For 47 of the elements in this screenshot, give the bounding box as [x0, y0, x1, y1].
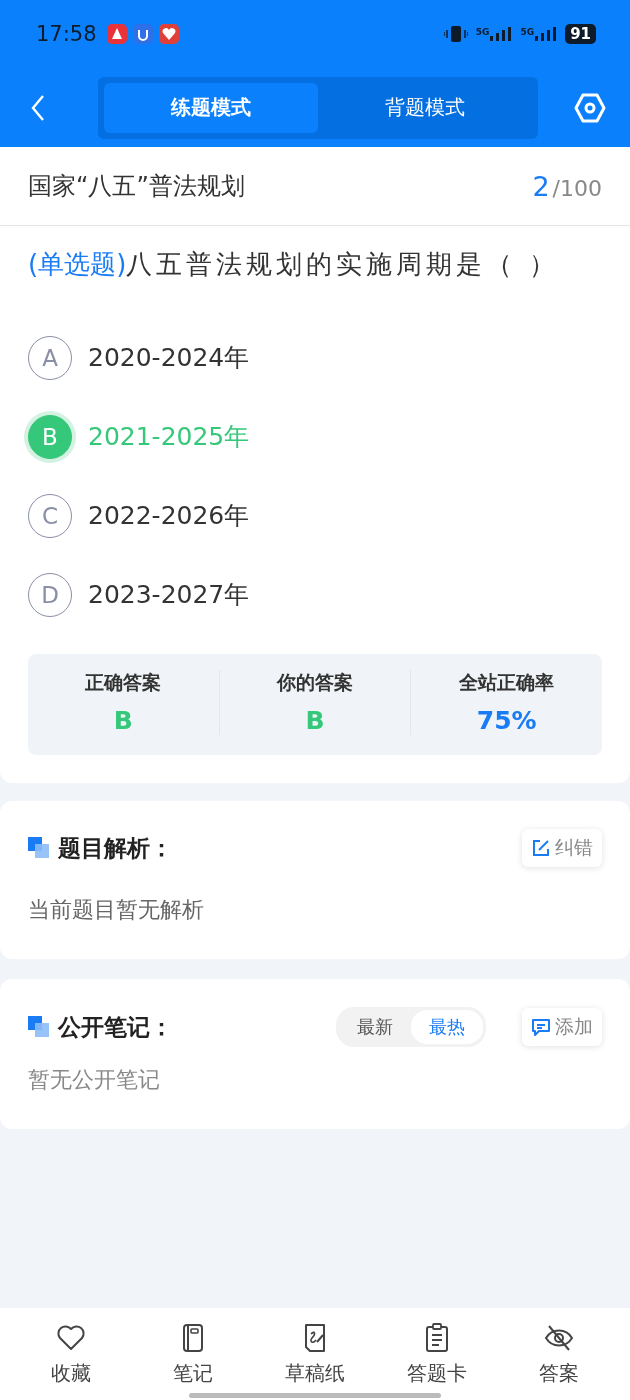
- section-icon: [28, 837, 50, 859]
- status-time: 17:58: [36, 22, 97, 46]
- mode-tab[interactable]: 练题模式: [104, 82, 318, 133]
- app-icon: [158, 24, 179, 44]
- option-text: 2020-2024年: [88, 342, 250, 374]
- section-icon: [28, 1016, 50, 1038]
- option-text: 2022-2026年: [88, 500, 250, 532]
- stat-value: 75%: [476, 706, 537, 735]
- stat-value: B: [113, 706, 133, 735]
- option-text: 2023-2027年: [88, 579, 250, 611]
- settings-icon[interactable]: [574, 92, 606, 123]
- nav-item[interactable]: 草稿纸: [265, 1320, 365, 1388]
- comment-icon: [531, 1017, 551, 1037]
- nav-item[interactable]: 收藏: [21, 1320, 121, 1388]
- option-text: 2021-2025年: [88, 421, 250, 453]
- stat-label: 你的答案: [277, 670, 353, 695]
- report-error-button[interactable]: 纠错: [522, 829, 602, 867]
- nav-item[interactable]: 答案: [509, 1320, 609, 1388]
- exam-title: 国家“八五”普法规划: [28, 171, 245, 202]
- question-text: 八五普法规划的实施周期是（ ）: [126, 249, 559, 279]
- app-icon: [106, 24, 127, 44]
- stat-label: 正确答案: [85, 670, 162, 695]
- nav-item[interactable]: 答题卡: [387, 1320, 487, 1388]
- vibrate-icon: [443, 24, 468, 44]
- back-icon[interactable]: [30, 93, 46, 122]
- analysis-text: 当前题目暂无解析: [28, 896, 205, 924]
- stat-label: 全站正确率: [459, 670, 555, 695]
- network-label: 5G: [520, 27, 535, 37]
- stat-value: B: [305, 706, 325, 735]
- sort-tab[interactable]: 最新: [339, 1010, 411, 1044]
- signal-icon: [535, 27, 558, 41]
- total-count: /100: [552, 175, 602, 201]
- nav-item[interactable]: 笔记: [143, 1320, 243, 1388]
- notes-empty-text: 暂无公开笔记: [28, 1066, 161, 1094]
- question-type: (单选题): [28, 249, 127, 279]
- option-letter[interactable]: B: [28, 414, 72, 459]
- sort-tab[interactable]: 最热: [411, 1010, 483, 1044]
- mode-tab[interactable]: 背题模式: [318, 82, 532, 133]
- signal-icon: [490, 27, 513, 41]
- app-icon: [132, 24, 153, 44]
- section-title: 公开笔记：: [58, 1012, 173, 1042]
- current-number: 2: [532, 170, 550, 202]
- edit-icon: [531, 838, 551, 858]
- battery-level: 91: [565, 24, 596, 44]
- section-title: 题目解析：: [58, 833, 173, 863]
- add-note-button[interactable]: 添加: [522, 1008, 602, 1046]
- network-label: 5G: [475, 27, 490, 37]
